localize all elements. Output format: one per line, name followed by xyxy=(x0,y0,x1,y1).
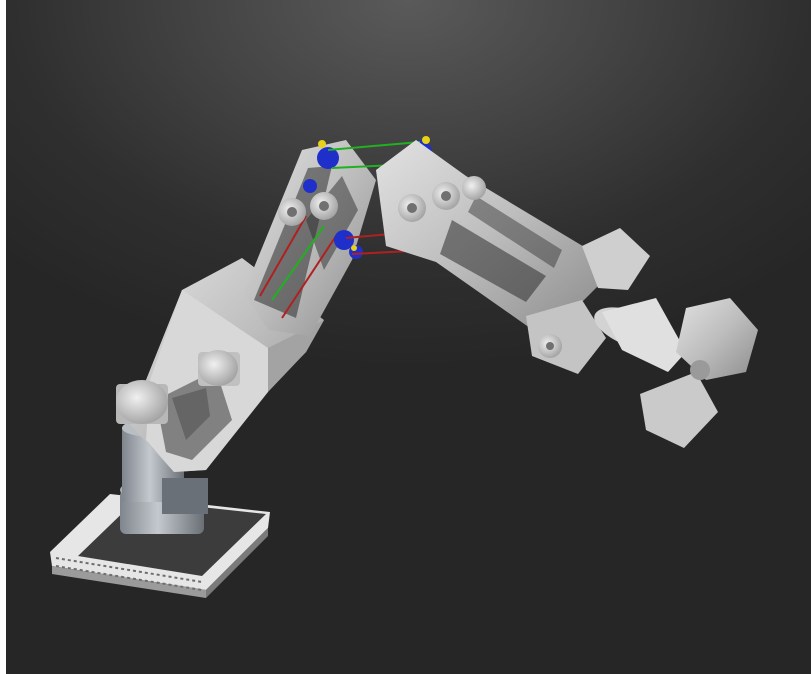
robot-arm-render xyxy=(50,136,758,598)
shoulder-motor-left xyxy=(116,380,168,424)
3d-viewport[interactable] xyxy=(6,0,811,674)
shoulder-motor-right xyxy=(198,350,240,386)
forearm-link xyxy=(376,140,606,328)
